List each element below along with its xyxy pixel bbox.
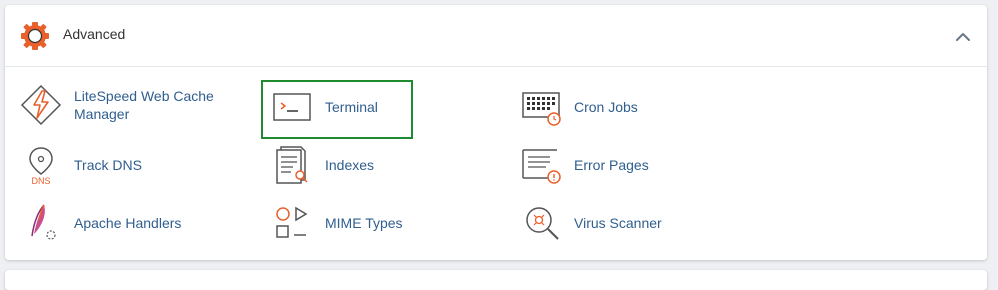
tool-track-dns[interactable]: DNS Track DNS: [20, 144, 142, 186]
litespeed-icon: [20, 84, 62, 126]
gear-icon: [21, 22, 49, 50]
indexes-document-icon: [276, 146, 308, 184]
advanced-panel: Advanced LiteSpeed Web Cache Manager Ter…: [5, 5, 987, 260]
tool-apache-handlers[interactable]: Apache Handlers: [20, 202, 181, 244]
tool-error-pages[interactable]: Error Pages: [520, 144, 649, 186]
tool-label: LiteSpeed Web Cache Manager: [74, 88, 214, 122]
tool-label: Virus Scanner: [574, 215, 662, 231]
tool-terminal[interactable]: Terminal: [271, 86, 378, 128]
mime-shapes-icon: [276, 206, 308, 238]
tool-cron-jobs[interactable]: Cron Jobs: [520, 86, 638, 128]
virus-scanner-icon: [526, 207, 559, 240]
tool-label: Error Pages: [574, 157, 649, 173]
chevron-up-icon[interactable]: [953, 27, 973, 47]
tool-label: Cron Jobs: [574, 99, 638, 115]
tool-label: Apache Handlers: [74, 215, 182, 231]
tool-label: Terminal: [325, 99, 378, 115]
svg-text:DNS: DNS: [31, 176, 50, 186]
tool-label: Track DNS: [74, 157, 142, 173]
tool-indexes[interactable]: Indexes: [271, 144, 374, 186]
dns-pin-icon: DNS: [29, 147, 53, 186]
next-panel: [5, 270, 987, 290]
tool-litespeed-web-cache-manager[interactable]: LiteSpeed Web Cache Manager: [20, 84, 214, 126]
terminal-icon: [273, 93, 311, 121]
panel-header[interactable]: Advanced: [5, 5, 987, 67]
apache-feather-icon: [31, 204, 56, 240]
tool-mime-types[interactable]: MIME Types: [271, 202, 403, 244]
cron-calendar-icon: [522, 92, 561, 126]
error-page-icon: [522, 149, 561, 184]
tool-virus-scanner[interactable]: Virus Scanner: [520, 202, 662, 244]
tool-label: MIME Types: [325, 215, 403, 231]
tool-label: Indexes: [325, 157, 375, 173]
section-title: Advanced: [63, 26, 126, 42]
